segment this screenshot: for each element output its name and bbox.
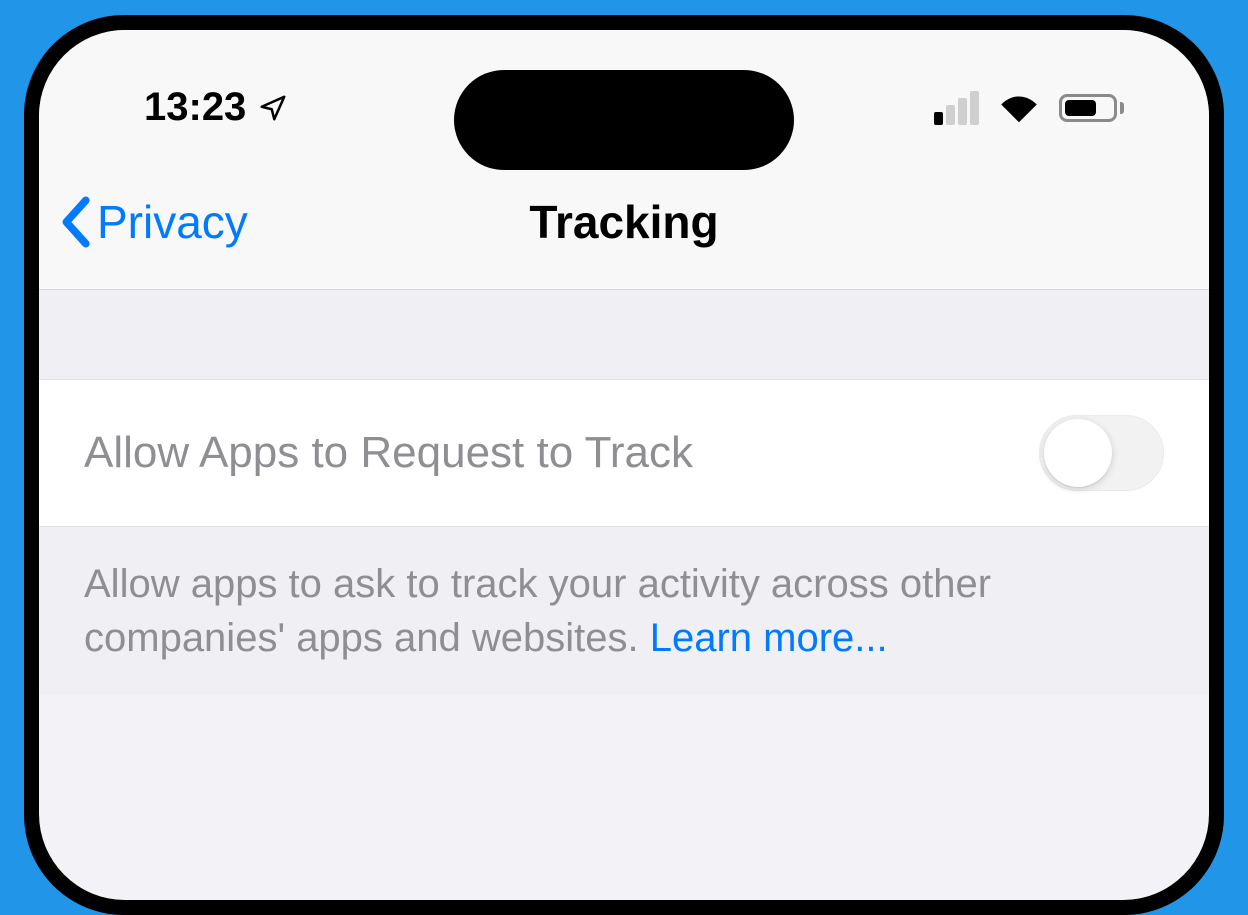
phone-screen: 13:23 xyxy=(39,30,1209,900)
learn-more-link[interactable]: Learn more... xyxy=(650,616,888,660)
phone-frame: 13:23 xyxy=(24,15,1224,915)
allow-tracking-toggle[interactable] xyxy=(1039,415,1164,491)
wifi-icon xyxy=(997,92,1041,124)
chevron-left-icon xyxy=(57,196,93,248)
dynamic-island xyxy=(454,70,794,170)
status-time: 13:23 xyxy=(144,85,246,130)
footer-description: Allow apps to ask to track your activity… xyxy=(39,527,1209,695)
location-icon xyxy=(258,93,288,123)
section-spacer xyxy=(39,290,1209,380)
status-right xyxy=(934,91,1124,125)
page-title: Tracking xyxy=(529,195,718,249)
cellular-icon xyxy=(934,91,979,125)
back-button[interactable]: Privacy xyxy=(57,195,248,249)
battery-icon xyxy=(1059,94,1124,122)
allow-tracking-row[interactable]: Allow Apps to Request to Track xyxy=(39,380,1209,527)
toggle-knob xyxy=(1044,419,1112,487)
nav-header: Privacy Tracking xyxy=(39,160,1209,290)
allow-tracking-label: Allow Apps to Request to Track xyxy=(84,428,693,478)
status-left: 13:23 xyxy=(144,85,288,130)
back-label: Privacy xyxy=(97,195,248,249)
